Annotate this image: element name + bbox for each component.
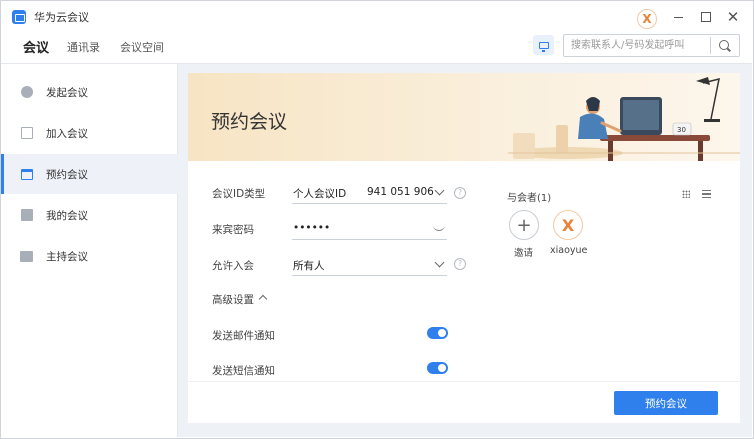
join-icon [20,127,33,140]
search-box [563,34,740,57]
sms-notify-switch[interactable] [427,362,448,374]
participant-avatar[interactable]: X [553,210,583,240]
tab-meeting-space[interactable]: 会议空间 [120,39,164,55]
sidebar-item-label: 加入会议 [46,127,88,140]
sidebar-item-join-meeting[interactable]: 加入会议 [1,113,178,153]
search-icon[interactable] [719,40,729,50]
page-title: 预约会议 [211,111,288,133]
grid-view-icon[interactable] [682,190,690,198]
sidebar-item-label: 主持会议 [46,250,88,263]
close-button[interactable]: ✕ [726,8,740,26]
participant-name: xiaoyue [550,245,588,256]
guest-password-value: •••••• [293,222,331,234]
chevron-down-icon [434,257,445,268]
email-notify-switch[interactable] [427,327,448,339]
guest-password-field[interactable]: •••••• [292,218,447,240]
meeting-id-number: 941 051 906 [367,186,434,198]
chevron-down-icon [434,185,445,196]
allow-join-label: 允许入会 [212,260,254,272]
host-icon [20,250,33,263]
allow-join-value: 所有人 [293,260,325,272]
help-icon[interactable]: ? [454,258,466,270]
search-input[interactable] [564,35,710,56]
sidebar-item-label: 我的会议 [46,209,88,222]
title-bar: 华为云会议 X ✕ [1,1,753,33]
sidebar-item-my-meetings[interactable]: 我的会议 [1,195,178,235]
screen-share-button[interactable] [533,35,554,55]
invite-label: 邀请 [514,248,534,259]
footer-divider [188,381,740,382]
participants-title: 与会者(1) [507,193,552,204]
list-icon [20,209,33,222]
eye-closed-icon[interactable] [433,225,445,231]
search-divider [710,37,711,54]
sidebar: 发起会议 加入会议 预约会议 我的会议 主持会议 [1,63,178,437]
guest-password-label: 来宾密码 [212,224,254,236]
tab-contacts[interactable]: 通讯录 [67,39,100,55]
app-logo-icon [12,10,26,24]
advanced-settings-toggle[interactable]: 高级设置 [212,292,254,307]
maximize-button[interactable] [699,10,713,24]
allow-join-select[interactable]: 所有人 [292,254,447,276]
minimize-button[interactable] [671,10,685,24]
meeting-id-type-select[interactable]: 个人会议ID 941 051 906 [292,182,447,204]
banner: 预约会议 30 [188,73,740,161]
app-title: 华为云会议 [34,11,89,24]
meeting-id-type-value: 个人会议ID [293,188,347,200]
schedule-meeting-button[interactable]: 预约会议 [614,391,718,415]
monitor-icon [538,41,549,52]
sidebar-item-start-meeting[interactable]: 发起会议 [1,72,178,112]
email-notify-label: 发送邮件通知 [212,330,275,342]
sidebar-item-label: 预约会议 [46,168,88,181]
list-view-icon[interactable] [702,190,711,198]
sidebar-item-host-meeting[interactable]: 主持会议 [1,236,178,276]
phone-icon [20,86,33,99]
tab-meeting[interactable]: 会议 [23,37,49,56]
sidebar-item-schedule-meeting[interactable]: 预约会议 [1,154,178,194]
top-nav: 会议 通讯录 会议空间 [1,33,753,64]
user-avatar[interactable]: X [637,9,657,29]
calendar-icon [20,168,33,181]
help-icon[interactable]: ? [454,187,466,199]
sidebar-item-label: 发起会议 [46,86,88,99]
desk-illustration: 30 [508,77,740,161]
calendar-number: 30 [677,126,686,134]
sms-notify-label: 发送短信通知 [212,365,275,377]
invite-button[interactable]: + [509,210,539,240]
meeting-id-type-label: 会议ID类型 [212,188,266,200]
